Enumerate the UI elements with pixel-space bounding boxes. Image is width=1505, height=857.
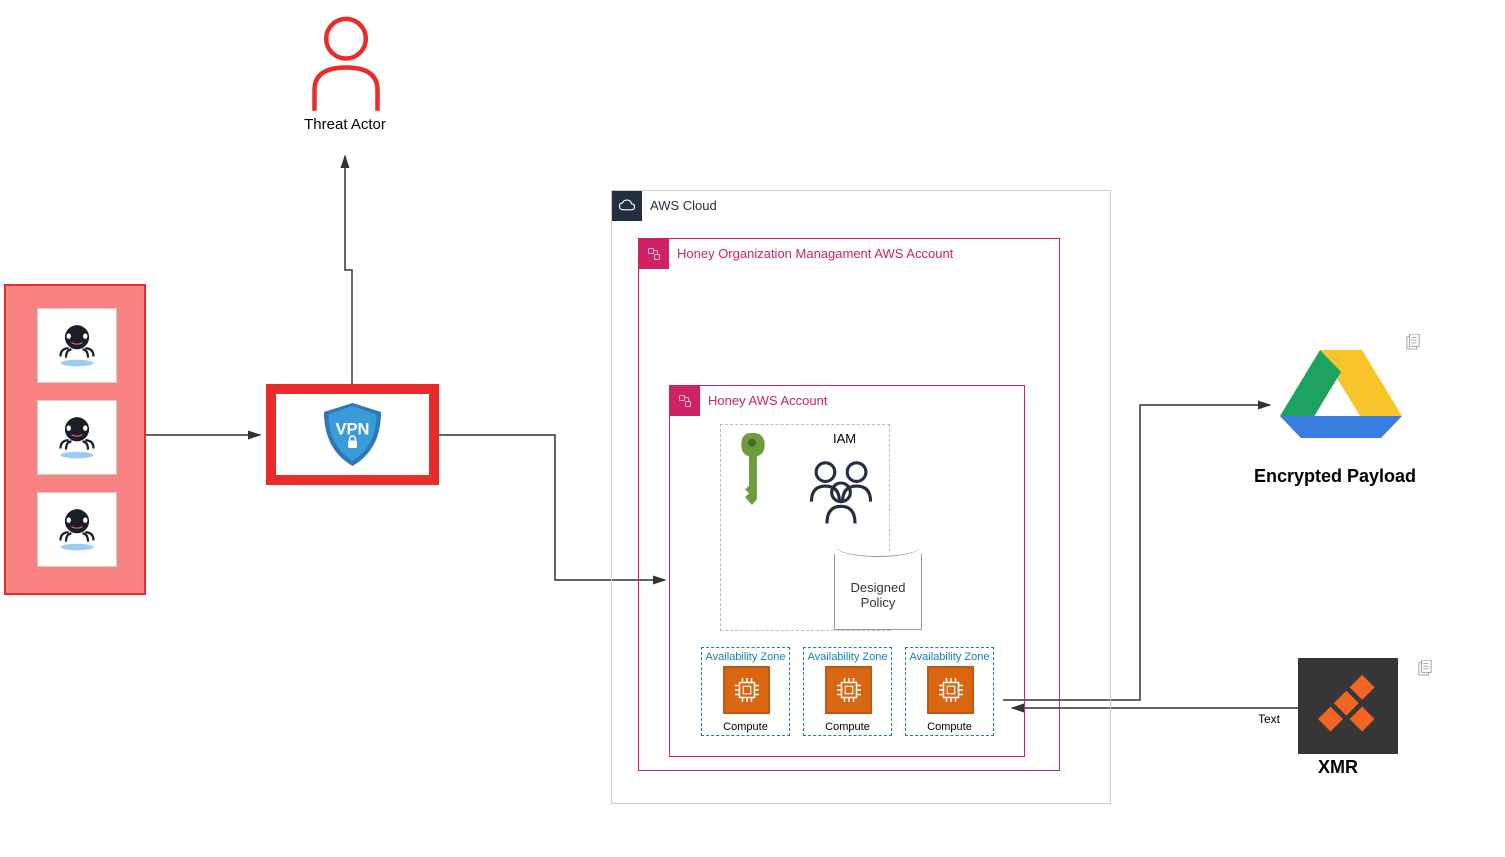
compute-icon	[723, 666, 770, 714]
availability-zone: Availability Zone Compute	[803, 647, 892, 736]
github-repo-icon	[37, 400, 117, 475]
honey-account-title: Honey AWS Account	[708, 393, 827, 408]
github-repo-icon	[37, 308, 117, 383]
edge-text-label: Text	[1258, 712, 1280, 726]
compute-icon	[825, 666, 872, 714]
xmr-icon	[1298, 658, 1398, 754]
note-stack-icon	[1418, 660, 1432, 676]
cloud-icon	[612, 191, 642, 221]
compute-label: Compute	[906, 721, 993, 733]
az-title: Availability Zone	[804, 651, 891, 663]
aws-cloud-container: AWS Cloud Honey Organization Managament …	[611, 190, 1111, 804]
compute-label: Compute	[804, 721, 891, 733]
availability-zone: Availability Zone Compute	[701, 647, 790, 736]
vpn-node: VPN	[266, 384, 439, 485]
github-repos-box	[4, 284, 146, 595]
availability-zone: Availability Zone Compute	[905, 647, 994, 736]
iam-box: IAM Designed Policy	[720, 424, 890, 631]
users-group-icon	[801, 455, 881, 525]
az-title: Availability Zone	[906, 651, 993, 663]
org-account-title: Honey Organization Managament AWS Accoun…	[677, 246, 953, 261]
org-account-container: Honey Organization Managament AWS Accoun…	[638, 238, 1060, 771]
xmr-label: XMR	[1318, 757, 1358, 778]
az-title: Availability Zone	[702, 651, 789, 663]
designed-policy-note: Designed Policy	[834, 554, 922, 630]
threat-actor-icon	[301, 13, 391, 113]
designed-policy-label: Designed Policy	[835, 580, 921, 610]
encrypted-payload-label: Encrypted Payload	[1254, 466, 1434, 487]
org-icon	[639, 239, 669, 269]
note-stack-icon	[1406, 334, 1420, 350]
iam-title: IAM	[833, 431, 856, 446]
google-drive-icon	[1276, 342, 1406, 442]
honey-account-container: Honey AWS Account IAM	[669, 385, 1025, 757]
iam-key-icon	[727, 429, 777, 507]
aws-cloud-title: AWS Cloud	[650, 198, 717, 213]
github-repo-icon	[37, 492, 117, 567]
threat-actor-label: Threat Actor	[280, 116, 410, 133]
compute-label: Compute	[702, 721, 789, 733]
compute-icon	[927, 666, 974, 714]
account-icon	[670, 386, 700, 416]
